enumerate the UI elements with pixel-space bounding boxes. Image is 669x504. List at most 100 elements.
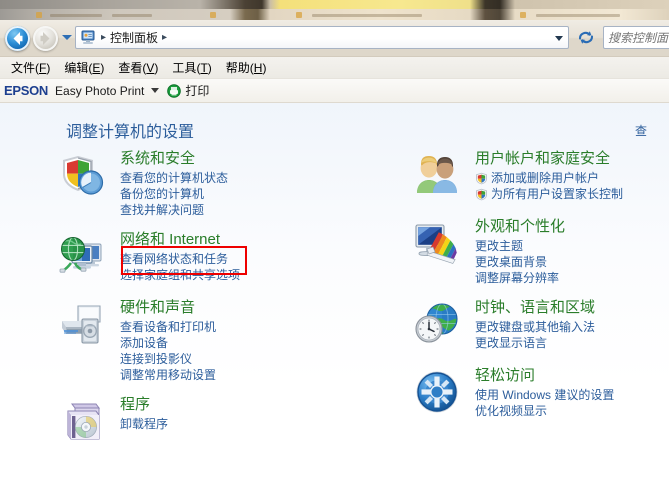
forward-button[interactable]	[33, 26, 58, 51]
category-link-label: 连接到投影仪	[120, 352, 193, 366]
background-icon	[520, 12, 526, 18]
menu-item-help-mnemonic: H	[253, 61, 263, 75]
menu-item-tools[interactable]: 工具(T)	[165, 57, 218, 78]
background-icon	[296, 12, 302, 18]
clock-globe-icon[interactable]	[413, 300, 461, 348]
category-user-accounts-and-family-safety: 用户帐户和家庭安全 添加或删除用户帐户 为所有用户设置家长控制	[413, 149, 669, 205]
category-appearance-and-personalization: 外观和个性化 更改主题 更改桌面背景 调整屏幕分辨率	[413, 217, 669, 286]
category-link[interactable]: 查找并解决问题	[120, 202, 398, 218]
category-body: 时钟、语言和区域 更改键盘或其他输入法 更改显示语言	[475, 298, 669, 351]
category-title-clock-language-and-region[interactable]: 时钟、语言和区域	[475, 298, 669, 317]
back-button[interactable]	[5, 26, 30, 51]
category-link[interactable]: 调整屏幕分辨率	[475, 270, 669, 286]
menu-item-help[interactable]: 帮助(H)	[219, 57, 274, 78]
category-link-label: 添加设备	[120, 336, 169, 350]
breadcrumb-control-panel[interactable]: 控制面板	[110, 29, 158, 46]
menu-bar: 文件(F) 编辑(E) 查看(V) 工具(T) 帮助(H)	[0, 57, 669, 79]
epson-product-label[interactable]: Easy Photo Print	[55, 84, 144, 98]
category-link[interactable]: 为所有用户设置家长控制	[475, 186, 669, 202]
category-link[interactable]: 选择家庭组和共享选项	[120, 267, 398, 283]
category-link[interactable]: 调整常用移动设置	[120, 367, 398, 383]
navigation-bar: ▸ 控制面板 ▸	[0, 20, 669, 57]
address-dropdown-button[interactable]	[555, 36, 563, 41]
menu-item-file[interactable]: 文件(F)	[4, 57, 57, 78]
category-link[interactable]: 优化视频显示	[475, 403, 669, 419]
category-system-and-security: 系统和安全查看您的计算机状态 备份您的计算机 查找并解决问题	[58, 149, 398, 218]
view-by-label[interactable]: 查	[635, 122, 647, 139]
address-bar[interactable]: ▸ 控制面板 ▸	[75, 26, 569, 49]
category-body: 轻松访问使用 Windows 建议的设置 优化视频显示	[475, 366, 669, 419]
recent-pages-dropdown-button[interactable]	[62, 35, 72, 40]
category-link[interactable]: 添加设备	[120, 335, 398, 351]
category-column-right: 用户帐户和家庭安全 添加或删除用户帐户 为所有用户设置家长控制 外观和个性化 更…	[413, 149, 669, 434]
category-link[interactable]: 更改键盘或其他输入法	[475, 319, 669, 335]
category-link[interactable]: 查看设备和打印机	[120, 319, 398, 335]
programs-box-icon[interactable]	[58, 397, 106, 445]
control-panel-content: 调整计算机的设置 查 系统和安全 查看您的计算机状态 备份您的计算机 查找并解决问题	[0, 103, 669, 504]
menu-item-view-mnemonic: V	[146, 61, 155, 75]
epson-logo: EPSON	[4, 83, 49, 98]
menu-item-file-label: 文件	[11, 61, 36, 75]
category-link[interactable]: 添加或删除用户帐户	[475, 170, 669, 186]
category-links: 使用 Windows 建议的设置 优化视频显示	[475, 387, 669, 419]
control-panel-window: ▸ 控制面板 ▸ 文件(F) 编辑(E) 查看(V) 工	[0, 20, 669, 504]
network-globe-icon[interactable]	[58, 232, 106, 280]
category-clock-language-and-region: 时钟、语言和区域 更改键盘或其他输入法 更改显示语言	[413, 298, 669, 354]
refresh-icon[interactable]	[576, 28, 596, 47]
menu-item-view-label: 查看	[118, 61, 143, 75]
category-body: 用户帐户和家庭安全 添加或删除用户帐户 为所有用户设置家长控制	[475, 149, 669, 202]
category-link[interactable]: 连接到投影仪	[120, 351, 398, 367]
category-body: 硬件和声音查看设备和打印机 添加设备连接到投影仪调整常用移动设置	[120, 298, 398, 383]
search-box[interactable]	[603, 26, 669, 49]
category-title-network-and-internet[interactable]: 网络和 Internet	[120, 230, 398, 249]
printer-speaker-icon[interactable]	[58, 300, 106, 348]
epson-print-icon[interactable]	[167, 83, 182, 98]
category-link[interactable]: 更改主题	[475, 238, 669, 254]
category-programs: 程序 卸载程序	[58, 395, 398, 451]
category-title-hardware-and-sound[interactable]: 硬件和声音	[120, 298, 398, 317]
category-link-label: 调整常用移动设置	[120, 368, 217, 382]
category-link[interactable]: 使用 Windows 建议的设置	[475, 387, 669, 403]
menu-item-file-mnemonic: F	[39, 61, 47, 75]
category-link-label: 为所有用户设置家长控制	[491, 187, 624, 201]
menu-item-view[interactable]: 查看(V)	[111, 57, 165, 78]
category-link[interactable]: 查看网络状态和任务	[120, 251, 398, 267]
category-column-left: 系统和安全查看您的计算机状态 备份您的计算机 查找并解决问题 网络和 Interne…	[58, 149, 398, 463]
category-body: 外观和个性化 更改主题 更改桌面背景 调整屏幕分辨率	[475, 217, 669, 286]
category-link[interactable]: 更改显示语言	[475, 335, 669, 351]
category-body: 系统和安全查看您的计算机状态 备份您的计算机 查找并解决问题	[120, 149, 398, 218]
category-link-label: 更改显示语言	[475, 336, 548, 350]
category-link[interactable]: 查看您的计算机状态	[120, 170, 398, 186]
category-link-label: 备份您的计算机	[120, 187, 205, 201]
category-title-ease-of-access[interactable]: 轻松访问	[475, 366, 669, 385]
category-links: 更改主题 更改桌面背景 调整屏幕分辨率	[475, 238, 669, 286]
epson-print-label[interactable]: 打印	[185, 82, 209, 99]
search-input[interactable]	[604, 27, 669, 48]
appearance-monitor-icon[interactable]	[413, 219, 461, 267]
category-link-label: 优化视频显示	[475, 404, 548, 418]
category-title-user-accounts-and-family-safety[interactable]: 用户帐户和家庭安全	[475, 149, 669, 168]
uac-shield-icon	[475, 172, 488, 185]
chevron-down-icon[interactable]	[151, 88, 160, 93]
category-link[interactable]: 卸载程序	[120, 416, 398, 432]
category-links: 更改键盘或其他输入法 更改显示语言	[475, 319, 669, 351]
category-title-appearance-and-personalization[interactable]: 外观和个性化	[475, 217, 669, 236]
category-ease-of-access: 轻松访问使用 Windows 建议的设置 优化视频显示	[413, 366, 669, 422]
category-link[interactable]: 更改桌面背景	[475, 254, 669, 270]
category-link-label: 查看您的计算机状态	[120, 171, 229, 185]
uac-shield-icon	[475, 188, 488, 201]
category-hardware-and-sound: 硬件和声音查看设备和打印机 添加设备连接到投影仪调整常用移动设置	[58, 298, 398, 383]
menu-item-tools-label: 工具	[172, 61, 197, 75]
category-link[interactable]: 备份您的计算机	[120, 186, 398, 202]
security-shield-icon[interactable]	[58, 151, 106, 199]
background-icon	[210, 12, 216, 18]
category-title-programs[interactable]: 程序	[120, 395, 398, 414]
menu-item-edit[interactable]: 编辑(E)	[57, 57, 111, 78]
user-accounts-icon[interactable]	[413, 151, 461, 199]
breadcrumb-separator[interactable]: ▸	[162, 32, 167, 43]
menu-item-tools-mnemonic: T	[200, 61, 208, 75]
category-link-label: 使用 Windows 建议的设置	[475, 388, 615, 402]
category-link-label: 卸载程序	[120, 417, 169, 431]
category-title-system-and-security[interactable]: 系统和安全	[120, 149, 398, 168]
ease-of-access-icon[interactable]	[413, 368, 461, 416]
